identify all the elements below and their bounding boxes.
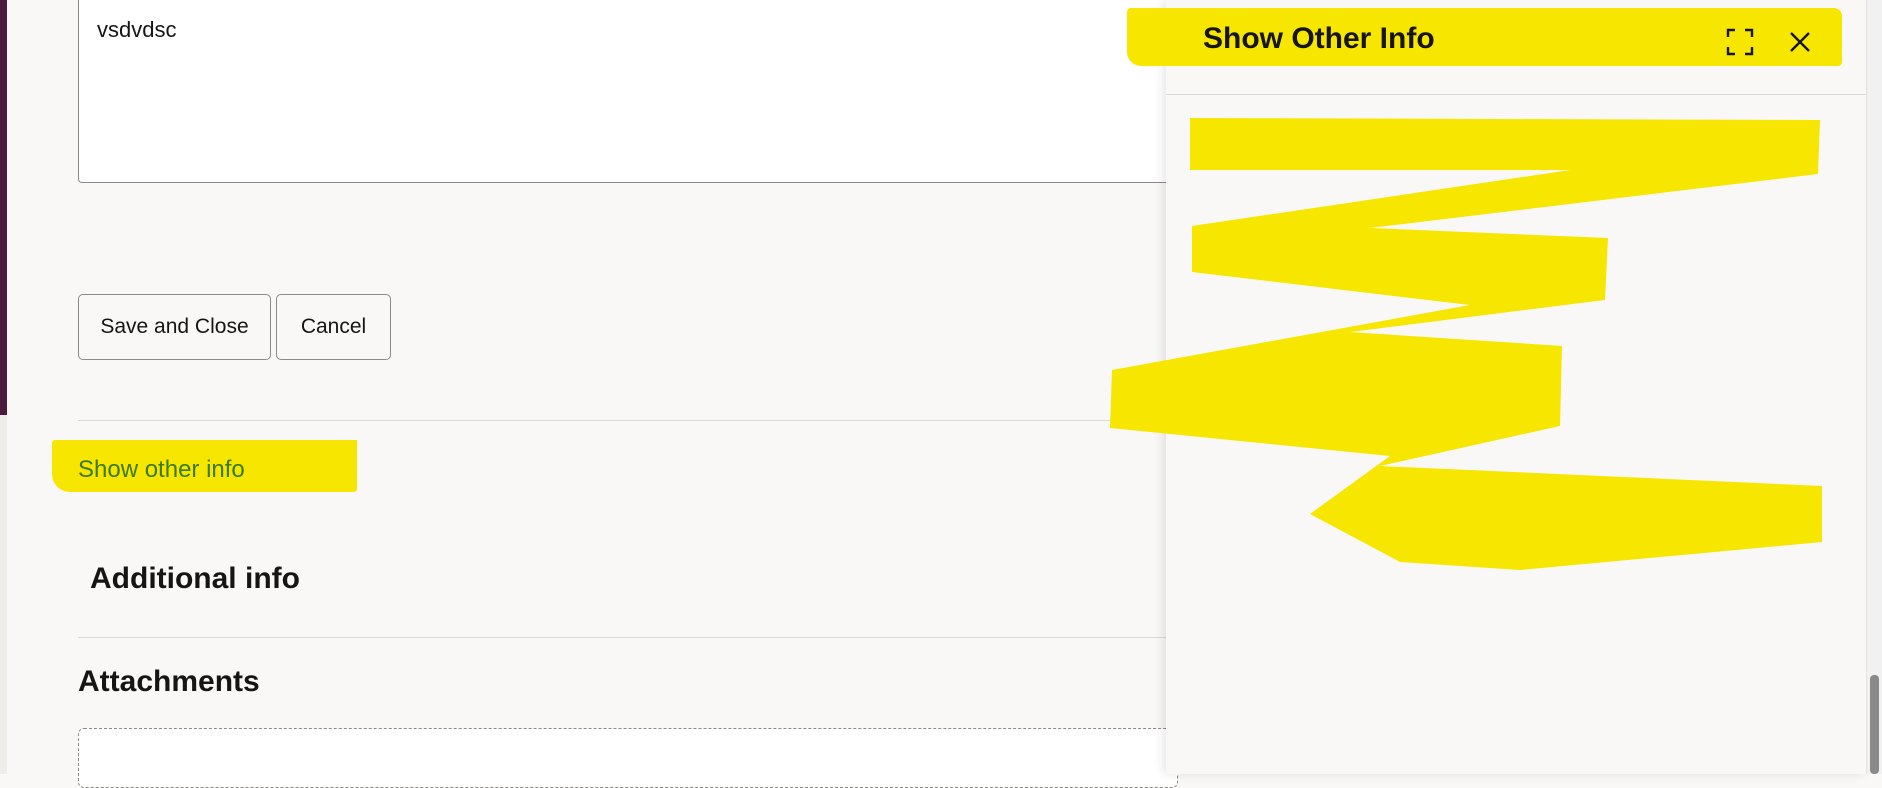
additional-info-heading: Additional info — [90, 562, 300, 595]
left-accent-bar — [0, 0, 7, 415]
close-icon — [1790, 32, 1810, 52]
cancel-button[interactable]: Cancel — [276, 294, 391, 360]
scrollbar-thumb[interactable] — [1870, 675, 1879, 774]
description-value: vsdvdsc — [97, 17, 177, 42]
scrollbar[interactable] — [1866, 0, 1882, 774]
maximize-icon — [1726, 28, 1754, 56]
section-divider — [78, 420, 1168, 421]
attachments-heading: Attachments — [78, 665, 260, 698]
section-divider — [78, 637, 1168, 638]
drawer-title: Show Other Info — [1203, 22, 1435, 55]
show-other-info-link[interactable]: Show other info — [78, 456, 245, 484]
save-and-close-button[interactable]: Save and Close — [78, 294, 271, 360]
redaction-scribble — [1110, 118, 1822, 570]
close-button[interactable] — [1782, 24, 1818, 60]
left-accent-bar-lower — [0, 415, 7, 774]
maximize-button[interactable] — [1722, 24, 1758, 60]
drawer-divider — [1166, 94, 1866, 95]
attachments-dropzone[interactable] — [78, 728, 1178, 788]
